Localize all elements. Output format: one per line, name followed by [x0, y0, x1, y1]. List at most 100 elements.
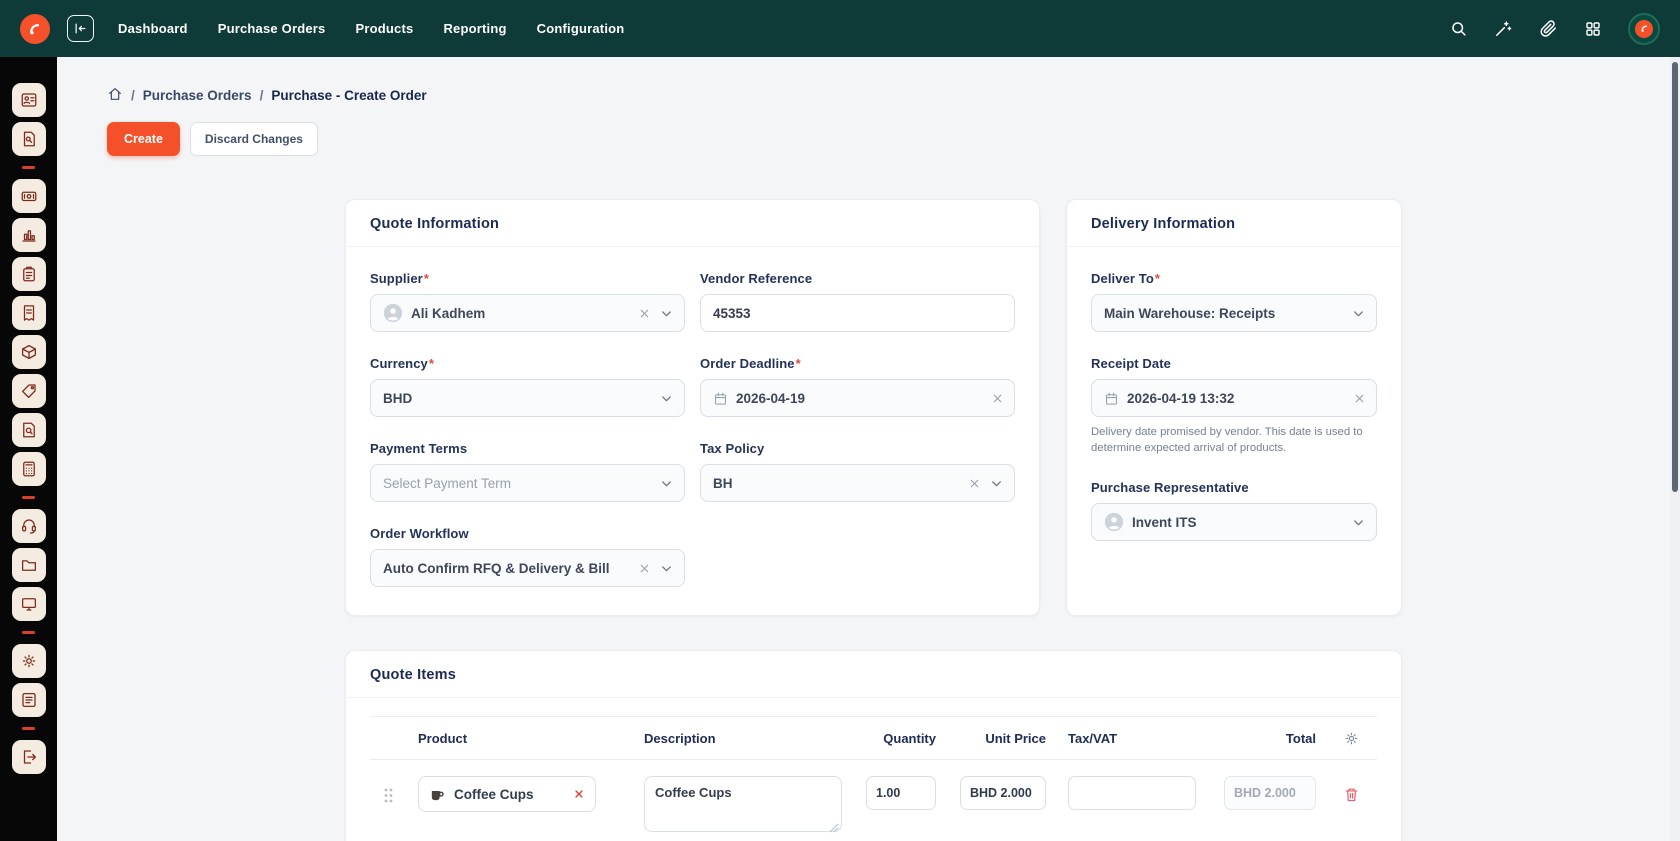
quote-information-title: Quote Information [346, 200, 1039, 246]
sidebar-item-pricing[interactable] [12, 374, 46, 408]
sidebar-item-settings[interactable] [12, 644, 46, 678]
sidebar-item-inventory[interactable] [12, 335, 46, 369]
purchase-representative-label: Purchase Representative [1091, 480, 1377, 495]
sidebar-item-planning[interactable] [12, 257, 46, 291]
purchase-representative-select[interactable]: Invent ITS [1091, 503, 1377, 541]
calendar-icon [1104, 391, 1119, 406]
scrollbar-thumb[interactable] [1672, 62, 1678, 492]
quote-items-card: Quote Items Product Description Quantity… [345, 650, 1402, 841]
currency-select[interactable]: BHD [370, 379, 685, 417]
required-mark: * [796, 356, 801, 371]
top-nav: Dashboard Purchase Orders Products Repor… [0, 0, 1680, 57]
form-container: Quote Information Supplier* Ali Kadhem [345, 199, 1402, 841]
apps-grid-icon[interactable] [1583, 19, 1603, 39]
vendor-reference-label: Vendor Reference [700, 271, 1015, 286]
sidebar-item-purchase-documents[interactable] [12, 122, 46, 156]
items-table-header: Product Description Quantity Unit Price … [370, 716, 1377, 760]
sidebar-item-logs[interactable] [12, 683, 46, 717]
order-deadline-label: Order Deadline* [700, 356, 1015, 371]
sidebar-group-separator [22, 496, 35, 499]
contacts-icon [20, 91, 38, 109]
clear-icon[interactable] [638, 307, 651, 320]
table-settings-gear-icon[interactable] [1326, 730, 1377, 747]
nav-products[interactable]: Products [355, 21, 413, 36]
sidebar-collapse-button[interactable] [67, 15, 94, 42]
field-tax-policy: Tax Policy BH [700, 441, 1015, 502]
column-tax-vat: Tax/VAT [1056, 731, 1206, 746]
nav-dashboard[interactable]: Dashboard [118, 21, 188, 36]
nav-configuration[interactable]: Configuration [537, 21, 625, 36]
clear-icon[interactable] [638, 562, 651, 575]
settings-icon [20, 652, 38, 670]
sidebar-item-payments[interactable] [12, 179, 46, 213]
tax-policy-label: Tax Policy [700, 441, 1015, 456]
home-icon[interactable] [107, 86, 123, 105]
field-vendor-reference: Vendor Reference [700, 271, 1015, 332]
description-textarea[interactable]: Coffee Cups [644, 776, 842, 832]
sidebar-item-screens[interactable] [12, 587, 46, 621]
product-thumbnail-icon [429, 786, 446, 803]
supplier-select[interactable]: Ali Kadhem [370, 294, 685, 332]
scrollbar-track[interactable] [1670, 57, 1680, 841]
planning-icon [20, 265, 38, 283]
payment-terms-select[interactable]: Select Payment Term [370, 464, 685, 502]
sidebar-item-document-search[interactable] [12, 413, 46, 447]
receipt-date-input[interactable]: 2026-04-19 13:32 [1091, 379, 1377, 417]
sidebar-item-support[interactable] [12, 509, 46, 543]
create-button[interactable]: Create [107, 122, 180, 156]
files-icon [20, 556, 38, 574]
quantity-input[interactable] [866, 776, 936, 810]
column-description: Description [632, 731, 852, 746]
attachment-icon[interactable] [1538, 19, 1558, 39]
unit-price-input[interactable] [960, 776, 1046, 810]
app-window: Dashboard Purchase Orders Products Repor… [0, 0, 1680, 841]
sidebar-item-files[interactable] [12, 548, 46, 582]
page-actions: Create Discard Changes [107, 122, 1670, 156]
tax-vat-input[interactable] [1068, 776, 1196, 810]
column-product: Product [406, 731, 632, 746]
tax-policy-select[interactable]: BH [700, 464, 1015, 502]
sidebar-item-contacts[interactable] [12, 83, 46, 117]
user-avatar[interactable] [1628, 13, 1660, 45]
drag-handle[interactable] [370, 776, 406, 803]
breadcrumb-separator: / [260, 88, 264, 103]
sidebar-item-accounting[interactable] [12, 452, 46, 486]
clear-icon[interactable] [991, 392, 1004, 405]
vendor-reference-input[interactable] [700, 294, 1015, 332]
nav-reporting[interactable]: Reporting [443, 21, 506, 36]
deliver-to-select[interactable]: Main Warehouse: Receipts [1091, 294, 1377, 332]
order-workflow-select[interactable]: Auto Confirm RFQ & Delivery & Bill [370, 549, 685, 587]
clear-icon[interactable] [968, 477, 981, 490]
delete-row-icon[interactable] [1326, 776, 1377, 803]
chevron-down-icon [659, 561, 674, 576]
screens-icon [20, 595, 38, 613]
sidebar-item-logout[interactable] [12, 740, 46, 774]
remove-product-icon[interactable] [573, 788, 585, 800]
sidebar-group-separator [22, 166, 35, 169]
product-select[interactable]: Coffee Cups [418, 776, 596, 812]
breadcrumb-purchase-orders[interactable]: Purchase Orders [143, 88, 252, 103]
search-icon[interactable] [1448, 19, 1468, 39]
resize-grip-icon[interactable] [829, 823, 839, 833]
sidebar-item-invoices[interactable] [12, 296, 46, 330]
main-nav: Dashboard Purchase Orders Products Repor… [118, 21, 624, 36]
required-mark: * [1155, 271, 1160, 286]
quote-information-card: Quote Information Supplier* Ali Kadhem [345, 199, 1040, 616]
discard-changes-button[interactable]: Discard Changes [190, 122, 318, 156]
delivery-information-title: Delivery Information [1067, 200, 1401, 246]
calendar-icon [713, 391, 728, 406]
magic-wand-icon[interactable] [1493, 19, 1513, 39]
sidebar-item-reports[interactable] [12, 218, 46, 252]
column-total: Total [1206, 731, 1326, 746]
accounting-icon [20, 460, 38, 478]
order-deadline-input[interactable]: 2026-04-19 [700, 379, 1015, 417]
nav-purchase-orders[interactable]: Purchase Orders [218, 21, 326, 36]
column-quantity: Quantity [852, 731, 946, 746]
clear-icon[interactable] [1353, 392, 1366, 405]
chevron-down-icon [1351, 306, 1366, 321]
sidebar-group-separator [22, 631, 35, 634]
receipt-date-label: Receipt Date [1091, 356, 1377, 371]
app-logo-icon [20, 14, 50, 44]
chevron-down-icon [989, 476, 1004, 491]
breadcrumb-current-page: Purchase - Create Order [271, 88, 426, 103]
